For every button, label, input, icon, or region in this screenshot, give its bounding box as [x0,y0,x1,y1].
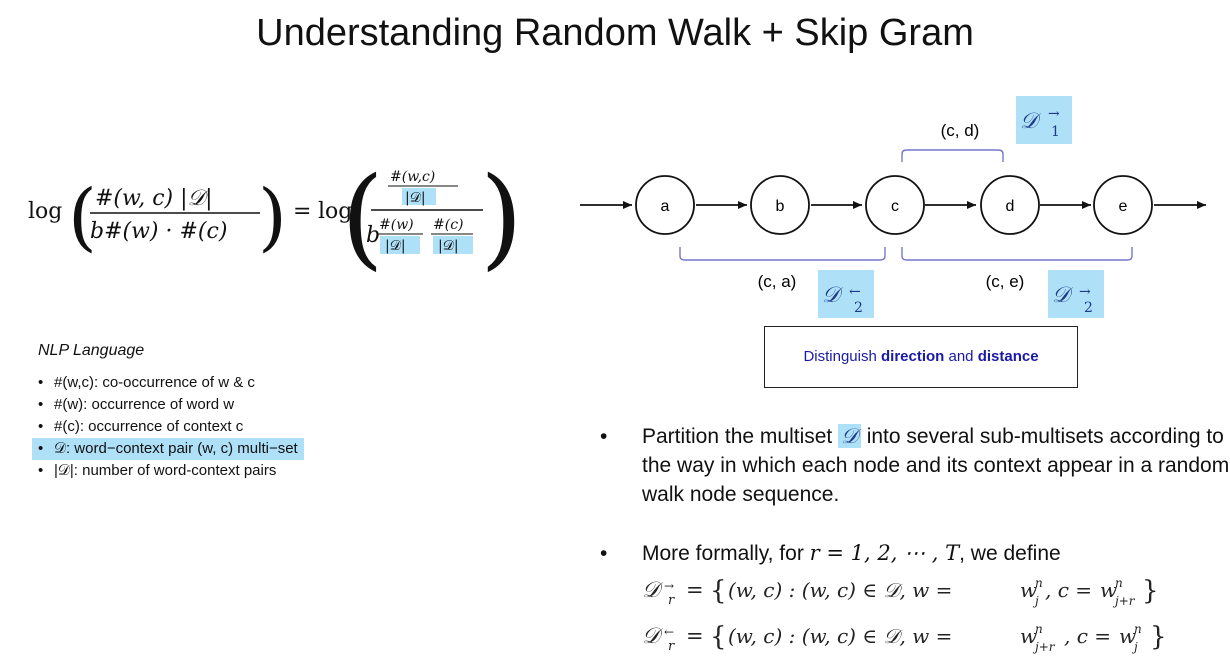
bracket-c-a [679,247,886,261]
svg-text:{: { [710,576,727,606]
pair-c-d-label: (c, d) [941,121,980,140]
bullet-formally: • More formally, for r = 1, 2, ⋯ , T, we … [600,541,1061,565]
paren-open-right: ( [341,153,384,280]
rhs-num-num: #(w,c) [390,169,435,185]
svg-text:n: n [1115,576,1123,590]
svg-text:𝒟: 𝒟 [642,624,664,649]
d-left-2-sub: 2 [854,300,863,316]
svg-text:, c =: , c = [1045,578,1092,602]
nlp-language-list: • #(w,c): co-occurrence of w & c • #(w): o… [32,372,304,482]
svg-text:}: } [1150,622,1167,652]
bullet-partition: • Partition the multiset 𝒟 into several s… [600,424,1230,506]
node-d-label: d [1006,198,1015,215]
pair-c-a-label: (c, a) [758,272,797,291]
equals-sign: = [293,199,311,224]
svg-text:(w, c) : (w, c) ∈ 𝒟, w =: (w, c) : (w, c) ∈ 𝒟, w = [728,578,952,602]
lhs-denominator: b#(w) · #(c) [90,219,227,244]
d-left-2-arrow: ← [849,284,861,300]
svg-text:}: } [1142,576,1159,606]
d-right-2-arrow: → [1079,284,1091,300]
list-item: • #(w,c): co-occurrence of w & c [38,374,255,391]
svg-text:j+r: j+r [1032,640,1056,654]
log-ratio-formula: log ( #(w, c) |𝒟| b#(w) · #(c) ) = log (… [28,153,523,280]
nlp-language-title: NLP Language [38,342,145,359]
paren-close-right: ) [480,153,523,280]
svg-text:r: r [668,639,675,654]
list-item: • #(c): occurrence of context c [38,418,244,435]
svg-text:r: r [668,593,675,608]
d-right-1-sub: 1 [1051,124,1060,140]
bracket-c-d [901,149,1004,162]
rhs-den-b-num: #(c) [433,217,464,233]
definition-forward: 𝒟 → r = { (w, c) : (w, c) ∈ 𝒟, w = w n j… [642,576,1159,608]
svg-text:=: = [686,624,704,648]
d-inline-symbol: 𝒟 [838,424,861,448]
svg-text:←: ← [664,625,674,639]
svg-text:n: n [1035,576,1043,590]
distinguish-box: Distinguish direction and distance [764,326,1078,388]
rhs-b: b [366,223,380,248]
svg-text:(w, c) : (w, c) ∈ 𝒟, w =: (w, c) : (w, c) ∈ 𝒟, w = [728,624,952,648]
svg-text:=: = [686,578,704,602]
bullet-list: • Partition the multiset 𝒟 into several s… [600,422,1230,568]
rhs-num-den: |𝒟| [405,190,426,206]
list-item: • |𝒟|: number of word-context pairs [38,462,277,479]
paren-open-left: ( [68,174,97,260]
node-b-label: b [776,198,785,215]
definition-backward: 𝒟 ← r = { (w, c) : (w, c) ∈ 𝒟, w = w n j… [642,622,1167,654]
node-c-label: c [891,198,899,215]
paren-close-left: ) [258,174,287,260]
svg-text:n: n [1134,622,1142,636]
rhs-den-b-den: |𝒟| [438,238,459,254]
pair-c-e-label: (c, e) [986,272,1025,291]
list-item: • #(w): occurrence of word w [38,396,235,413]
bracket-c-e [901,247,1133,261]
d-right-2-sub: 2 [1084,300,1093,316]
svg-text:{: { [710,622,727,652]
svg-text:→: → [664,579,674,593]
rhs-den-a-den: |𝒟| [385,238,406,254]
list-item-highlighted: • 𝒟: word−context pair (w, c) multi−set [32,438,304,460]
d-right-1-arrow: → [1048,106,1060,122]
svg-text:n: n [1035,622,1043,636]
svg-text:, c =: , c = [1064,624,1111,648]
random-walk-diagram: a b c d e (c, d) 𝒟 → 1 (c, a) 𝒟 ← 2 (c, … [580,96,1206,318]
node-a-label: a [661,198,670,215]
slide-title: Understanding Random Walk + Skip Gram [256,12,974,54]
svg-text:𝒟: 𝒟 [642,578,664,603]
node-e-label: e [1119,198,1128,215]
rhs-den-a-num: #(w) [379,217,414,233]
log-lhs: log [28,199,62,224]
svg-text:j+r: j+r [1112,594,1136,608]
lhs-numerator: #(w, c) |𝒟| [95,186,213,211]
